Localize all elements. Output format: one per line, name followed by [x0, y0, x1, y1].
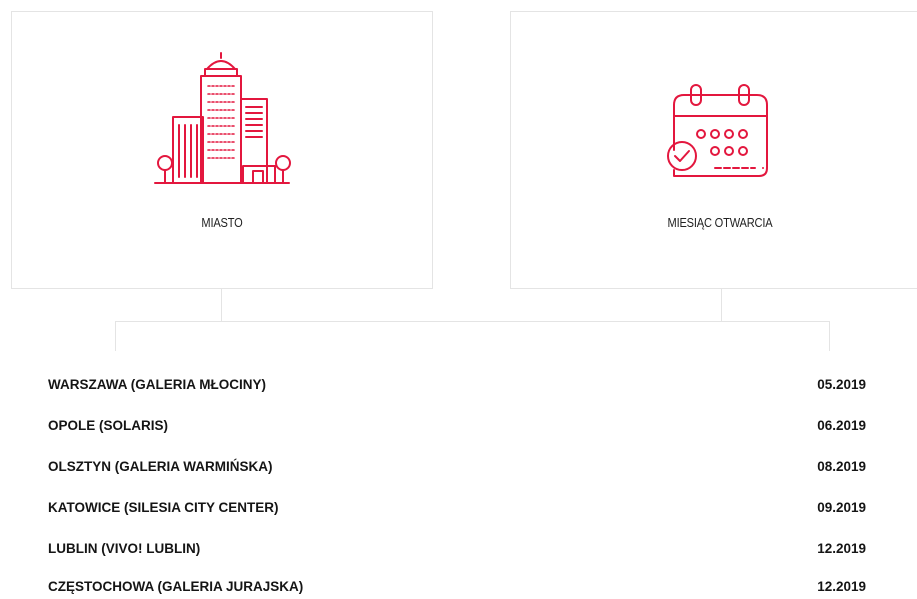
connector-right-drop [829, 321, 830, 351]
city-name: OLSZTYN (GALERIA WARMIŃSKA) [48, 459, 273, 474]
opening-month: 06.2019 [817, 418, 866, 433]
opening-month: 09.2019 [817, 500, 866, 515]
month-column-card: MIESIĄC OTWARCIA [510, 11, 917, 289]
city-name: OPOLE (SOLARIS) [48, 418, 169, 433]
connector-left-drop [115, 321, 116, 351]
city-name: WARSZAWA (GALERIA MŁOCINY) [48, 377, 266, 392]
opening-month: 12.2019 [817, 579, 866, 594]
calendar-icon [645, 50, 795, 200]
opening-month: 12.2019 [817, 541, 866, 556]
opening-month: 05.2019 [817, 377, 866, 392]
list-item: LUBLIN (VIVO! LUBLIN) 12.2019 [48, 541, 866, 561]
list-item: CZĘSTOCHOWA (GALERIA JURAJSKA) 12.2019 [48, 579, 866, 599]
city-name: KATOWICE (SILESIA CITY CENTER) [48, 500, 279, 515]
opening-month: 08.2019 [817, 459, 866, 474]
month-column-label: MIESIĄC OTWARCIA [667, 215, 773, 230]
city-name: CZĘSTOCHOWA (GALERIA JURAJSKA) [48, 579, 304, 594]
list-item: WARSZAWA (GALERIA MŁOCINY) 05.2019 [48, 377, 866, 397]
list-item: KATOWICE (SILESIA CITY CENTER) 09.2019 [48, 500, 866, 520]
city-name: LUBLIN (VIVO! LUBLIN) [48, 541, 201, 556]
city-buildings-icon [147, 50, 297, 200]
list-item: OLSZTYN (GALERIA WARMIŃSKA) 08.2019 [48, 459, 866, 479]
month-connector-vertical [721, 289, 722, 321]
list-item: OPOLE (SOLARIS) 06.2019 [48, 418, 866, 438]
city-column-label: MIASTO [201, 215, 243, 230]
city-connector-vertical [221, 289, 222, 321]
city-column-card: MIASTO [11, 11, 433, 289]
connector-horizontal [115, 321, 830, 322]
